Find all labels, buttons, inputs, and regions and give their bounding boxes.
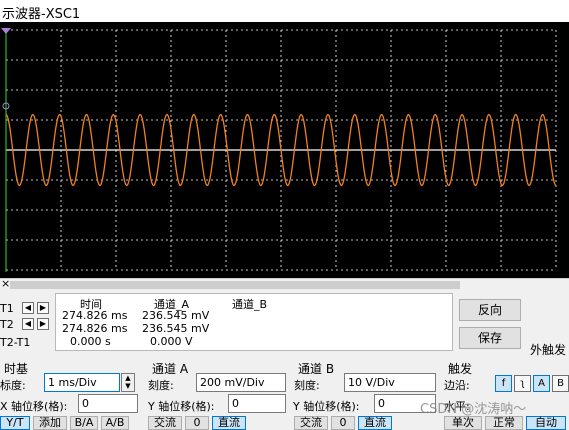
channel-a-scale-label: 刻度:	[148, 379, 174, 392]
t2-right-arrow-icon[interactable]: ▶	[37, 318, 49, 330]
channel-b-scale-input[interactable]: 10 V/Div	[344, 373, 436, 392]
reverse-button[interactable]: 反向	[459, 299, 521, 321]
window-titlebar: 示波器-XSC1	[0, 0, 569, 22]
timebase-scale-input[interactable]: 1 ms/Div	[44, 373, 120, 392]
timebase-scale-label: 标度:	[0, 379, 26, 392]
channel-a-ypos-label: Y 轴位移(格):	[148, 400, 215, 413]
channel-a-zero-button[interactable]: 0	[185, 416, 209, 430]
trigger-rising-edge-button[interactable]: f	[495, 375, 512, 392]
scrollbar-thumb[interactable]	[10, 281, 460, 289]
mode-yt-button[interactable]: Y/T	[0, 416, 30, 430]
cursor-row-label-t2-t1: T2-T1	[0, 336, 31, 349]
trigger-edge-label: 边沿:	[444, 379, 470, 392]
channel-b-scale-label: 刻度:	[294, 379, 320, 392]
watermark: CSDN @沈涛呐～	[420, 402, 527, 417]
trigger-source-b-button[interactable]: B	[552, 375, 569, 392]
channel-b-dc-button[interactable]: 直流	[358, 416, 392, 430]
window-title: 示波器-XSC1	[2, 7, 81, 22]
cursor-row-label-t2: T2	[0, 318, 14, 331]
save-button[interactable]: 保存	[459, 327, 521, 349]
t2-left-arrow-icon[interactable]: ◀	[22, 318, 34, 330]
channel-a-ac-button[interactable]: 交流	[148, 416, 182, 430]
scope-display	[1, 28, 557, 272]
readout-t2-channel-a: 236.545 mV	[142, 322, 210, 335]
trigger-normal-button[interactable]: 正常	[485, 416, 523, 430]
trigger-source-a-button[interactable]: A	[533, 375, 550, 392]
external-trigger-label[interactable]: 外触发	[530, 341, 566, 358]
channel-a-ypos-input[interactable]: 0	[228, 394, 286, 413]
timebase-spinner[interactable]: ▲ ▼	[121, 373, 135, 392]
readout-header-channel-b: 通道_B	[232, 298, 268, 311]
horizontal-scrollbar[interactable]: ×	[0, 277, 569, 290]
t1-right-arrow-icon[interactable]: ▶	[37, 302, 49, 314]
readout-t1-channel-a: 236.545 mV	[142, 309, 210, 322]
readout-delta-time: 0.000 s	[70, 335, 111, 348]
readout-t2-time: 274.826 ms	[62, 322, 128, 335]
scroll-left-arrow-icon[interactable]: ×	[1, 277, 10, 290]
channel-a-dc-button[interactable]: 直流	[212, 416, 246, 430]
readout-t1-time: 274.826 ms	[62, 309, 128, 322]
trigger-falling-edge-button[interactable]: ʅ	[514, 375, 531, 392]
timebase-header: 时基	[4, 362, 29, 376]
readout-delta-channel-a: 0.000 V	[150, 335, 193, 348]
channel-b-ac-button[interactable]: 交流	[294, 416, 328, 430]
channel-b-ypos-label: Y 轴位移(格):	[293, 400, 360, 413]
cursor-t1-handle	[1, 28, 11, 34]
channel-b-zero-button[interactable]: 0	[331, 416, 355, 430]
oscilloscope-screen[interactable]	[0, 22, 569, 278]
timebase-xpos-input[interactable]: 0	[78, 394, 138, 413]
trigger-single-button[interactable]: 单次	[444, 416, 482, 430]
timebase-xpos-label: X 轴位移(格):	[0, 400, 68, 413]
trigger-auto-button[interactable]: 自动	[526, 416, 566, 430]
channel-a-scale-input[interactable]: 200 mV/Div	[196, 373, 286, 392]
channel-a-header: 通道 A	[152, 362, 189, 376]
channel-b-header: 通道 B	[298, 362, 335, 376]
mode-ba-button[interactable]: B/A	[70, 416, 98, 430]
trigger-header: 触发	[448, 362, 473, 376]
t1-left-arrow-icon[interactable]: ◀	[22, 302, 34, 314]
cursor-row-label-t1: T1	[0, 302, 14, 315]
mode-add-button[interactable]: 添加	[33, 416, 67, 430]
cursor-readout-table: 时间 通道_A 通道_B 274.826 ms 236.545 mV 274.8…	[55, 293, 453, 351]
mode-ab-button[interactable]: A/B	[101, 416, 129, 430]
